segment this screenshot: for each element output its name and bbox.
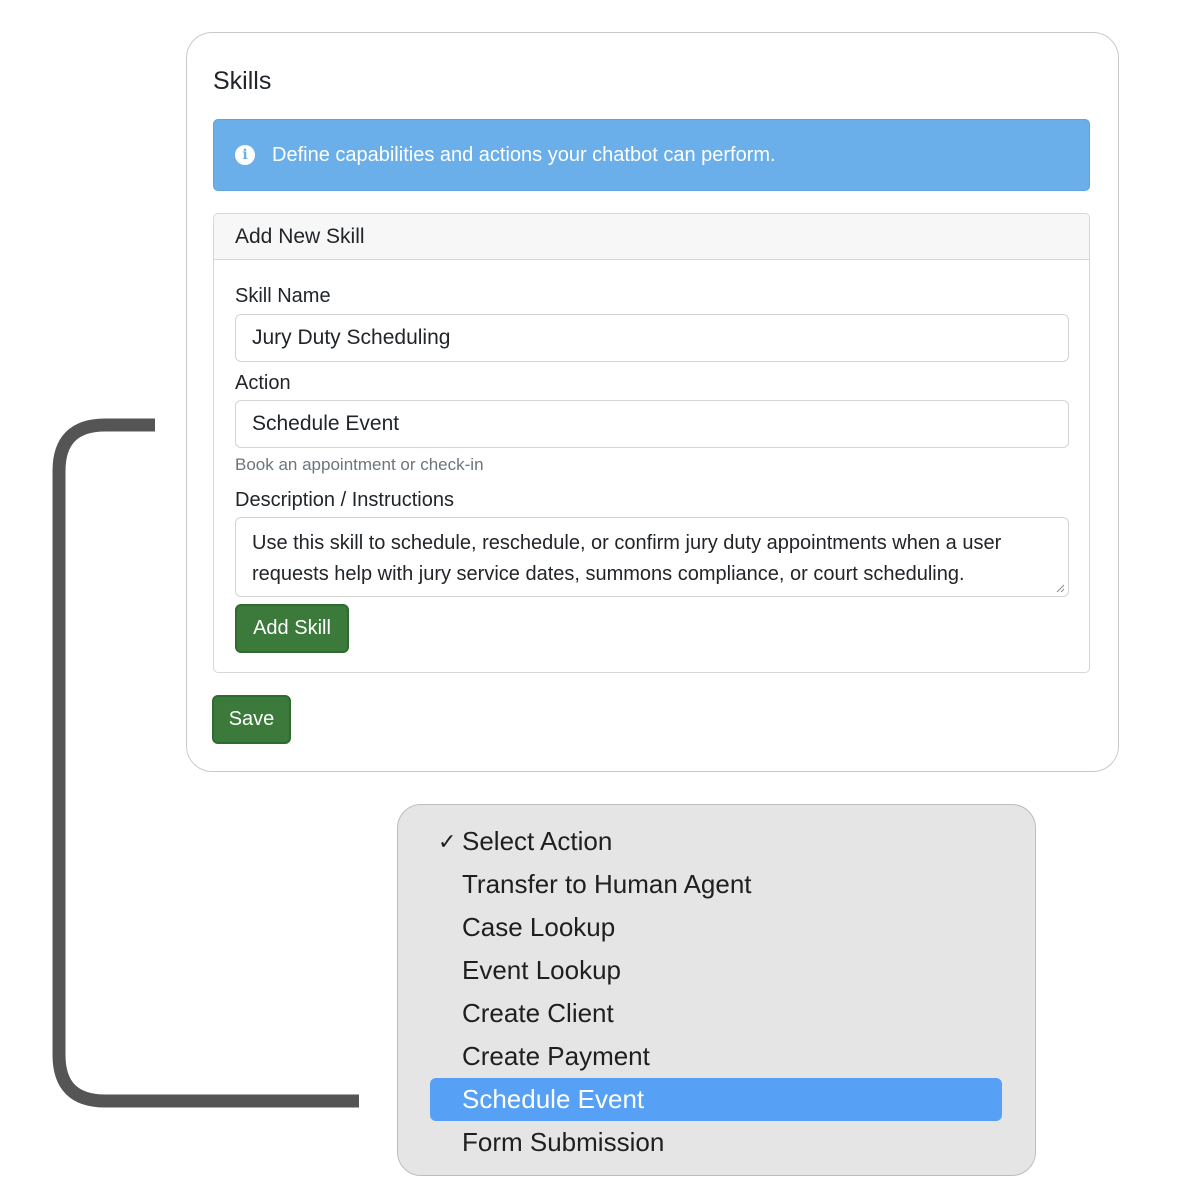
option-event-lookup[interactable]: Event Lookup <box>430 949 1002 992</box>
resize-grip-icon[interactable] <box>1055 583 1065 593</box>
action-label: Action <box>235 372 291 394</box>
skill-name-label: Skill Name <box>235 285 331 307</box>
page-title: Skills <box>213 67 272 95</box>
action-dropdown-menu: ✓ Select Action Transfer to Human Agent … <box>397 804 1036 1176</box>
option-create-client[interactable]: Create Client <box>430 992 1002 1035</box>
alert-text: Define capabilities and actions your cha… <box>272 143 776 166</box>
description-text: Use this skill to schedule, reschedule, … <box>252 532 1002 585</box>
option-form-submission[interactable]: Form Submission <box>430 1121 1002 1164</box>
save-button[interactable]: Save <box>212 695 291 744</box>
option-create-payment[interactable]: Create Payment <box>430 1035 1002 1078</box>
checkmark-icon: ✓ <box>438 828 457 854</box>
info-alert: i Define capabilities and actions your c… <box>213 119 1090 191</box>
option-select-action[interactable]: ✓ Select Action <box>430 820 1002 863</box>
add-skill-button[interactable]: Add Skill <box>235 604 349 653</box>
option-transfer-to-human-agent[interactable]: Transfer to Human Agent <box>430 863 1002 906</box>
option-case-lookup[interactable]: Case Lookup <box>430 906 1002 949</box>
description-textarea[interactable]: Use this skill to schedule, reschedule, … <box>235 517 1069 597</box>
action-select[interactable]: Schedule Event <box>235 400 1069 448</box>
add-skill-panel: Add New Skill Skill Name Jury Duty Sched… <box>213 213 1090 673</box>
option-schedule-event[interactable]: Schedule Event <box>430 1078 1002 1121</box>
skill-name-input[interactable]: Jury Duty Scheduling <box>235 314 1069 362</box>
description-label: Description / Instructions <box>235 489 454 511</box>
panel-header: Add New Skill <box>214 214 1089 260</box>
skills-card: Skills i Define capabilities and actions… <box>186 32 1119 772</box>
info-icon: i <box>235 145 255 165</box>
action-help-text: Book an appointment or check-in <box>235 455 484 474</box>
